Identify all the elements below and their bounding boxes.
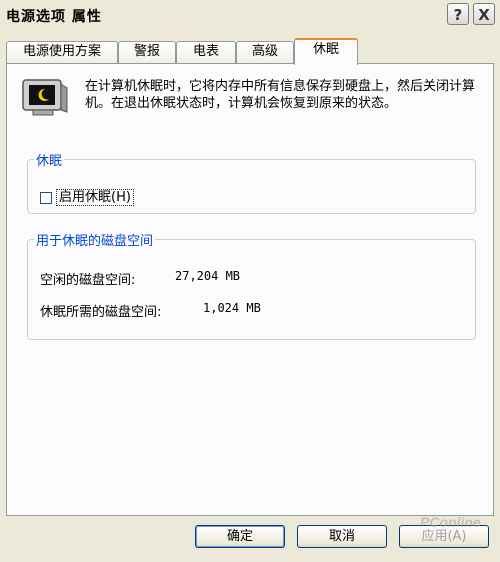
hibernate-group-legend: 休眠 (36, 154, 63, 169)
window-title: 电源选项 属性 (6, 9, 102, 25)
tab-panel-hibernate: 在计算机休眠时，它将内存中所有信息保存到硬盘上，然后关闭计算机。在退出休眠状态时… (6, 63, 494, 516)
tab-advanced[interactable]: 高级 (236, 41, 294, 63)
dialog-window: 电源选项 属性 ? X 电源使用方案 警报 电表 高级 休眠 在计算机休眠时，它… (0, 0, 500, 562)
free-space-row: 空闲的磁盘空间: 27,204 MB (40, 269, 240, 288)
required-space-value: 1,024 MB (203, 301, 261, 315)
tab-power-meter[interactable]: 电表 (176, 41, 236, 63)
hibernate-description: 在计算机休眠时，它将内存中所有信息保存到硬盘上，然后关闭计算机。在退出休眠状态时… (85, 79, 476, 111)
title-bar: 电源选项 属性 ? X (0, 0, 500, 30)
help-button[interactable]: ? (447, 3, 469, 25)
disk-space-group-legend: 用于休眠的磁盘空间 (36, 234, 154, 249)
watermark: PConline (420, 514, 481, 530)
enable-hibernate-label[interactable]: 启用休眠(H) (56, 189, 134, 206)
free-space-value: 27,204 MB (175, 269, 241, 283)
checkbox-box[interactable] (40, 191, 52, 204)
tab-power-schemes[interactable]: 电源使用方案 (6, 41, 118, 63)
tab-strip: 电源使用方案 警报 电表 高级 休眠 (6, 38, 496, 65)
disk-space-group: 用于休眠的磁盘空间 空闲的磁盘空间: 27,204 MB 休眠所需的磁盘空间: … (27, 230, 476, 340)
required-space-label: 休眠所需的磁盘空间: (40, 305, 162, 320)
free-space-label: 空闲的磁盘空间: (40, 273, 136, 288)
ok-button[interactable]: 确定 (195, 525, 285, 548)
hibernate-monitor-icon (22, 79, 68, 116)
tab-hibernate[interactable]: 休眠 (294, 38, 358, 65)
hibernate-group: 休眠 启用休眠(H) (27, 150, 476, 214)
enable-hibernate-checkbox[interactable]: 启用休眠(H) (40, 189, 134, 206)
tab-alarms[interactable]: 警报 (118, 41, 176, 63)
close-button[interactable]: X (473, 3, 495, 25)
cancel-button[interactable]: 取消 (297, 525, 387, 548)
required-space-row: 休眠所需的磁盘空间: 1,024 MB (40, 301, 261, 320)
